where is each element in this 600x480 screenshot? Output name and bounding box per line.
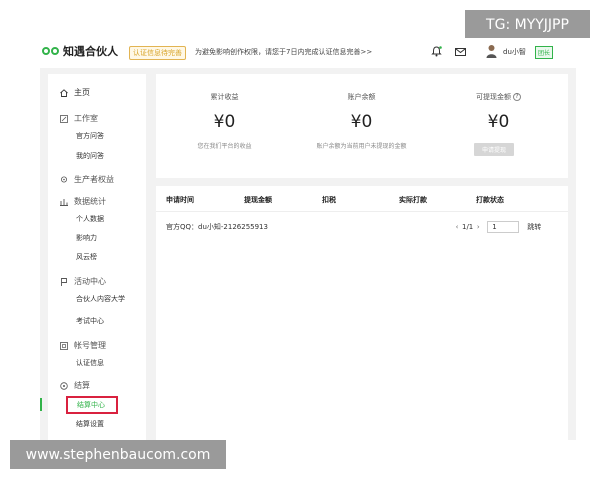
sidebar-item-official-qa[interactable]: 官方问答 (76, 131, 104, 141)
sidebar-item-label: 工作室 (74, 114, 98, 123)
sidebar-item-label: 结算 (74, 381, 90, 390)
stat-title: 累计收益 (210, 93, 239, 101)
sidebar-group-activity[interactable]: 活动中心 (60, 276, 106, 287)
tg-watermark: TG: MYYJJPP (465, 10, 590, 39)
sidebar-item-cert-info[interactable]: 认证信息 (76, 358, 104, 368)
home-icon (60, 88, 68, 97)
sidebar-item-label: 结算中心 (77, 401, 105, 409)
sidebar-item-label: 数据统计 (74, 197, 106, 206)
sidebar-group-workbench[interactable]: 工作室 (60, 113, 98, 124)
location-icon (61, 176, 67, 182)
stat-title-text: 可提现金额 (476, 93, 511, 101)
sidebar: 主页 工作室 官方问答 我的问答 生产者权益 数据统计 个人数据 影响力 风云榜… (48, 74, 146, 440)
page-number-input[interactable]: 1 (487, 221, 520, 233)
top-bar: 知遇合伙人 认证信息待完善 为避免影响创作权限，请您于7日内完成认证信息完善>>… (0, 38, 600, 68)
cert-notice-link[interactable]: 为避免影响创作权限，请您于7日内完成认证信息完善>> (195, 47, 372, 57)
bell-icon[interactable] (431, 46, 442, 57)
sidebar-item-my-qa[interactable]: 我的问答 (76, 151, 104, 161)
sidebar-item-personal-data[interactable]: 个人数据 (76, 214, 104, 224)
prev-page-icon[interactable]: ‹ (452, 223, 462, 231)
help-icon[interactable]: ? (513, 93, 521, 101)
sidebar-item-settlement-center[interactable]: 结算中心 (66, 396, 118, 414)
sidebar-group-account[interactable]: 帐号管理 (60, 340, 106, 351)
logo-icon (42, 45, 60, 57)
apply-withdraw-button[interactable]: 申请提现 (474, 143, 514, 156)
sidebar-item-ranking[interactable]: 风云榜 (76, 252, 97, 262)
pagination: ‹ 1/1 › 1 跳转 (452, 221, 541, 233)
sidebar-item-label: 主页 (74, 88, 90, 97)
sidebar-item-home[interactable]: 主页 (60, 87, 90, 98)
sidebar-item-label: 生产者权益 (74, 175, 114, 184)
cert-status-tag[interactable]: 认证信息待完善 (129, 46, 186, 60)
stat-value: ¥0 (213, 112, 236, 132)
site-watermark: www.stephenbaucom.com (10, 440, 226, 469)
mail-icon[interactable] (455, 48, 466, 56)
stat-description: 您在我们平台的收益 (197, 143, 252, 150)
sidebar-item-producer-rights[interactable]: 生产者权益 (60, 174, 114, 185)
next-page-icon[interactable]: › (473, 223, 483, 231)
username[interactable]: du小智 (503, 47, 526, 57)
earnings-summary-card: 累计收益 ¥0 您在我们平台的收益 账户余额 ¥0 账户余额为当前用户未提现的金… (156, 74, 568, 178)
bar-chart-icon (60, 198, 68, 206)
sidebar-group-data[interactable]: 数据统计 (60, 196, 106, 207)
withdraw-records-card: 申请时间 提现金额 扣税 实际打款 打款状态 官方QQ：du小知-2126255… (156, 186, 568, 440)
sidebar-group-settlement[interactable]: 结算 (60, 380, 90, 391)
flag-icon (61, 277, 67, 286)
column-header: 扣税 (322, 196, 336, 204)
stat-title: 可提现金额? (430, 92, 567, 102)
column-header: 提现金额 (244, 196, 272, 204)
sidebar-item-settlement-settings[interactable]: 结算设置 (76, 419, 104, 429)
account-box-icon (60, 341, 68, 350)
sidebar-item-partner-university[interactable]: 合伙人内容大学 (76, 294, 125, 304)
page-info: 1/1 (462, 223, 474, 231)
sidebar-item-exam-center[interactable]: 考试中心 (76, 316, 104, 326)
official-qq-note: 官方QQ：du小知-2126255913 (166, 223, 268, 231)
logo[interactable]: 知遇合伙人 (42, 43, 118, 59)
column-header: 实际打款 (399, 196, 427, 204)
edit-icon (60, 114, 68, 123)
avatar[interactable] (486, 44, 497, 58)
stat-value: ¥0 (487, 112, 510, 132)
stat-description: 账户余额为当前用户未提现的金额 (316, 143, 407, 150)
stat-value: ¥0 (350, 112, 373, 132)
sidebar-item-label: 活动中心 (74, 277, 106, 286)
active-indicator (40, 398, 42, 411)
jump-button[interactable]: 跳转 (527, 222, 541, 232)
column-header: 打款状态 (476, 196, 504, 204)
settlement-icon (60, 381, 68, 390)
table-header: 申请时间 提现金额 扣税 实际打款 打款状态 (156, 186, 568, 212)
column-header: 申请时间 (166, 196, 194, 204)
stat-title: 账户余额 (347, 93, 376, 101)
app-name: 知遇合伙人 (63, 45, 118, 58)
sidebar-item-influence[interactable]: 影响力 (76, 233, 97, 243)
sidebar-item-label: 帐号管理 (74, 341, 106, 350)
user-role-badge: 团长 (535, 46, 554, 59)
